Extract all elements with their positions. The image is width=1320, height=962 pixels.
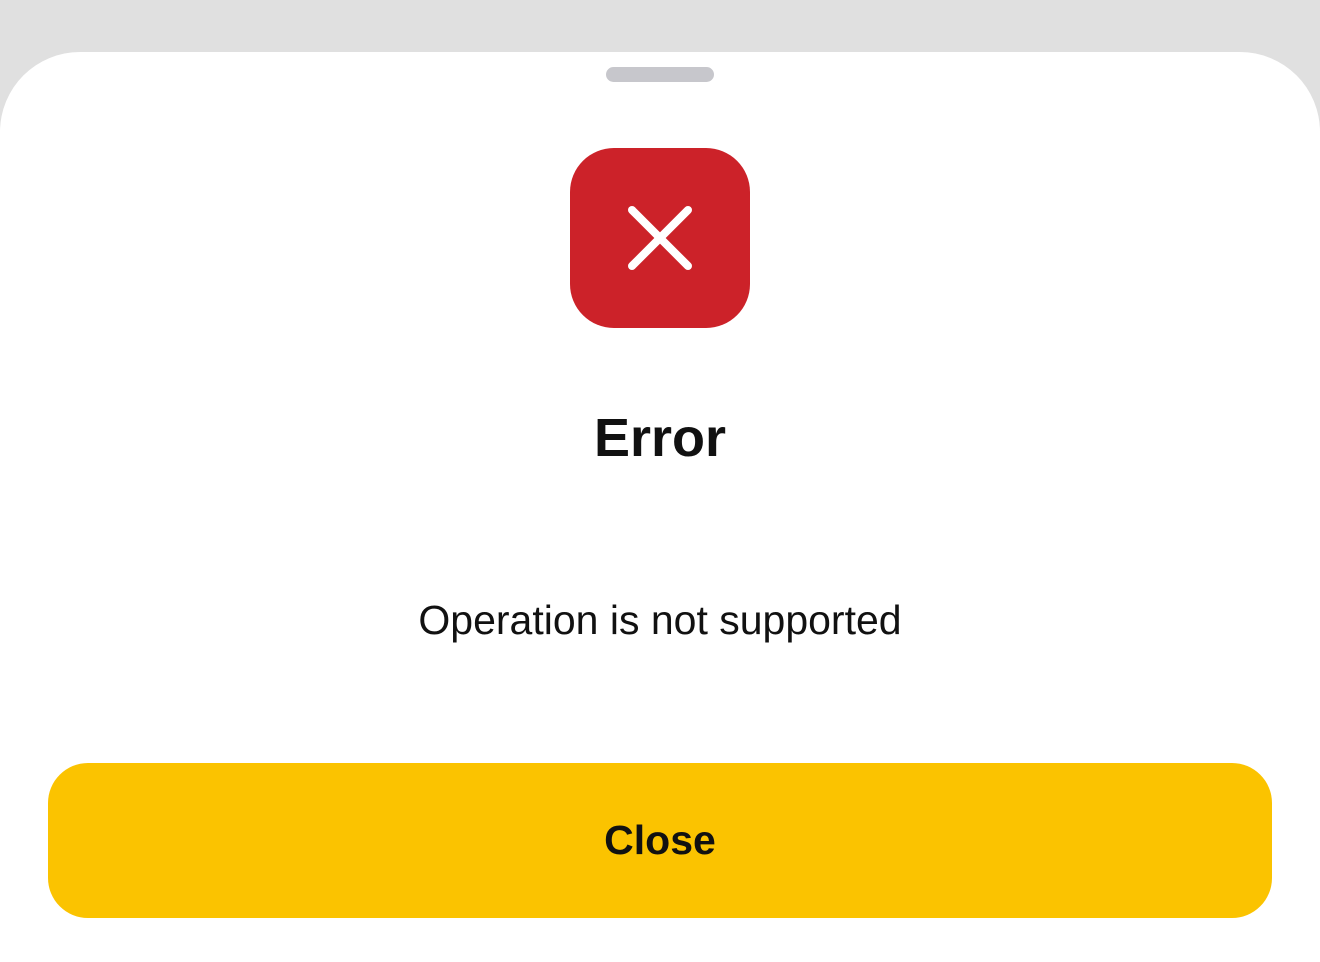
- close-icon: [628, 206, 692, 270]
- dialog-message: Operation is not supported: [418, 597, 902, 643]
- close-button[interactable]: Close: [48, 763, 1272, 918]
- bottom-sheet: Error Operation is not supported Close: [0, 52, 1320, 962]
- dialog-title: Error: [593, 408, 727, 468]
- sheet-grabber-handle[interactable]: [606, 67, 714, 82]
- error-badge: [570, 148, 750, 328]
